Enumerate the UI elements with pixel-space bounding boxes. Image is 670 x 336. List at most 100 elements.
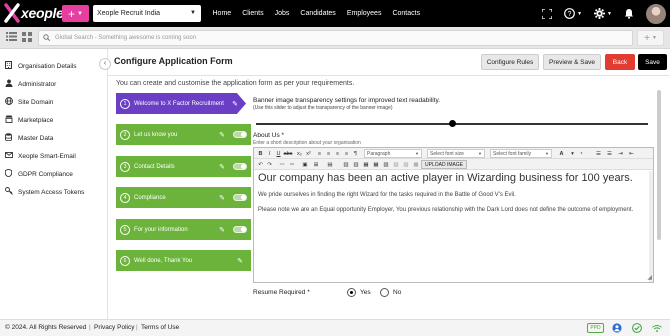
- check-circle-icon[interactable]: [632, 323, 642, 333]
- insert-column-right-icon[interactable]: ▦: [372, 160, 380, 169]
- delete-table-icon[interactable]: ▨: [402, 160, 410, 169]
- xeople-logo[interactable]: xeople: [4, 2, 64, 24]
- nav-employees[interactable]: Employees: [347, 10, 382, 17]
- grid-view-icon[interactable]: [21, 32, 33, 44]
- subscript-icon[interactable]: x₂: [296, 149, 303, 158]
- merge-cells-icon[interactable]: ▩: [412, 160, 420, 169]
- pencil-icon[interactable]: ✎: [219, 131, 225, 139]
- collapse-sidebar-button[interactable]: ‹: [99, 58, 111, 70]
- step-6[interactable]: 6 Well done, Thank You ✎: [116, 250, 251, 271]
- align-center-icon[interactable]: ≡: [325, 149, 332, 158]
- organisation-select[interactable]: Xeople Recruit India ▼: [93, 5, 201, 22]
- pencil-icon[interactable]: ✎: [237, 257, 243, 265]
- transparency-slider-thumb[interactable]: [449, 120, 456, 127]
- resize-handle-icon[interactable]: ◢: [647, 274, 652, 281]
- editor-content[interactable]: Our company has been an active player in…: [254, 171, 653, 214]
- step-toggle[interactable]: [233, 194, 247, 201]
- superscript-icon[interactable]: x²: [305, 149, 312, 158]
- sidebar-item-administrator[interactable]: Administrator: [4, 78, 56, 90]
- step-2[interactable]: 2 Let us know you ✎: [116, 124, 251, 145]
- nav-contacts[interactable]: Contacts: [392, 10, 420, 17]
- back-button[interactable]: Back: [605, 54, 635, 70]
- font-color-icon[interactable]: A: [557, 149, 566, 158]
- configure-rules-button[interactable]: Configure Rules: [481, 54, 539, 70]
- privacy-policy-link[interactable]: Privacy Policy: [94, 324, 134, 331]
- pencil-icon[interactable]: ✎: [232, 100, 238, 108]
- bold-icon[interactable]: B: [257, 149, 264, 158]
- upload-image-button[interactable]: UPLOAD IMAGE: [421, 160, 468, 169]
- page-scrollbar[interactable]: [657, 90, 661, 240]
- step-toggle[interactable]: [233, 131, 247, 138]
- align-right-icon[interactable]: ≡: [334, 149, 341, 158]
- italic-icon[interactable]: I: [266, 149, 273, 158]
- step-toggle[interactable]: [233, 163, 247, 170]
- pencil-icon[interactable]: ✎: [219, 194, 225, 202]
- nav-clients[interactable]: Clients: [242, 10, 263, 17]
- indent-icon[interactable]: ⇥: [616, 149, 625, 158]
- user-circle-icon[interactable]: [612, 323, 622, 333]
- fill-color-icon[interactable]: ◔: [576, 149, 586, 158]
- ppd-badge[interactable]: PPD: [587, 323, 604, 333]
- undo-icon[interactable]: ↶: [257, 160, 264, 169]
- fullscreen-icon[interactable]: [542, 8, 553, 19]
- insert-row-above-icon[interactable]: ▥: [342, 160, 350, 169]
- radio-selected-icon: [347, 288, 356, 297]
- search-row: Global Search - Something awesome is com…: [0, 27, 670, 49]
- preview-save-button[interactable]: Preview & Save: [543, 54, 601, 70]
- editor-scrollbar[interactable]: [649, 171, 653, 282]
- font-size-select[interactable]: Select font size ▼: [427, 149, 485, 158]
- nav-candidates[interactable]: Candidates: [300, 10, 335, 17]
- delete-row-icon[interactable]: ▧: [382, 160, 390, 169]
- align-left-icon[interactable]: ≡: [316, 149, 323, 158]
- sidebar-item-system-access-tokens[interactable]: System Access Tokens: [4, 186, 84, 198]
- step-toggle[interactable]: [233, 226, 247, 233]
- terms-of-use-link[interactable]: Terms of Use: [141, 324, 179, 331]
- code-icon[interactable]: ▤: [326, 160, 334, 169]
- format-icon[interactable]: ¶: [352, 149, 359, 158]
- sidebar-item-organisation-details[interactable]: Organisation Details: [4, 60, 77, 72]
- nav-jobs[interactable]: Jobs: [275, 10, 290, 17]
- help-icon[interactable]: ? ▼: [564, 8, 582, 19]
- sidebar-item-gdpr-compliance[interactable]: GDPR Compliance: [4, 168, 73, 180]
- nav-home[interactable]: Home: [213, 10, 232, 17]
- step-1[interactable]: 1 Welcome to X Factor Recruitment ✎: [116, 93, 246, 114]
- global-search-input[interactable]: Global Search - Something awesome is com…: [38, 30, 633, 46]
- align-justify-icon[interactable]: ≡: [343, 149, 350, 158]
- sidebar-item-smart-email[interactable]: Xeople Smart-Email: [4, 150, 76, 162]
- step-3[interactable]: 3 Contact Details ✎: [116, 156, 251, 177]
- rich-text-editor[interactable]: B I U abc x₂ x² ≡ ≡ ≡ ≡ ¶ Paragraph ▼ Sel…: [253, 147, 654, 283]
- insert-row-below-icon[interactable]: ▥: [352, 160, 360, 169]
- quick-add-button[interactable]: + ▼: [62, 5, 89, 22]
- list-view-icon[interactable]: [5, 32, 17, 44]
- editor-paragraph-1: We pride ourselves in finding the right …: [258, 192, 516, 198]
- link-icon[interactable]: ⚯: [278, 160, 286, 169]
- table-icon[interactable]: ⊞: [312, 160, 320, 169]
- user-avatar[interactable]: [646, 3, 666, 24]
- wifi-icon[interactable]: [652, 323, 662, 333]
- delete-column-icon[interactable]: ▨: [392, 160, 400, 169]
- step-4[interactable]: 4 Compliance ✎: [116, 187, 251, 208]
- insert-column-left-icon[interactable]: ▦: [362, 160, 370, 169]
- unlink-icon[interactable]: ⚮: [288, 160, 296, 169]
- paragraph-select[interactable]: Paragraph ▼: [364, 149, 422, 158]
- bell-icon[interactable]: [624, 8, 634, 19]
- save-button[interactable]: Save: [638, 54, 667, 70]
- add-button-disabled[interactable]: + ▼: [637, 30, 664, 46]
- font-family-select[interactable]: Select font family ▼: [490, 149, 552, 158]
- pencil-icon[interactable]: ✎: [219, 226, 225, 234]
- step-5[interactable]: 5 For your information ✎: [116, 219, 251, 240]
- gear-icon[interactable]: ▼: [594, 8, 612, 19]
- strikethrough-icon[interactable]: abc: [284, 149, 293, 158]
- sidebar-item-site-domain[interactable]: Site Domain: [4, 96, 53, 108]
- numbered-list-icon[interactable]: ☰: [605, 149, 614, 158]
- bullet-list-icon[interactable]: ☰: [594, 149, 603, 158]
- outdent-icon[interactable]: ⇤: [627, 149, 636, 158]
- resume-yes-radio[interactable]: Yes: [347, 288, 371, 297]
- redo-icon[interactable]: ↷: [266, 160, 273, 169]
- sidebar-item-marketplace[interactable]: Marketplace: [4, 114, 53, 126]
- pencil-icon[interactable]: ✎: [219, 163, 225, 171]
- image-icon[interactable]: ▣: [301, 160, 309, 169]
- underline-icon[interactable]: U: [275, 149, 282, 158]
- resume-no-radio[interactable]: No: [380, 288, 401, 297]
- sidebar-item-master-data[interactable]: Master Data: [4, 132, 53, 144]
